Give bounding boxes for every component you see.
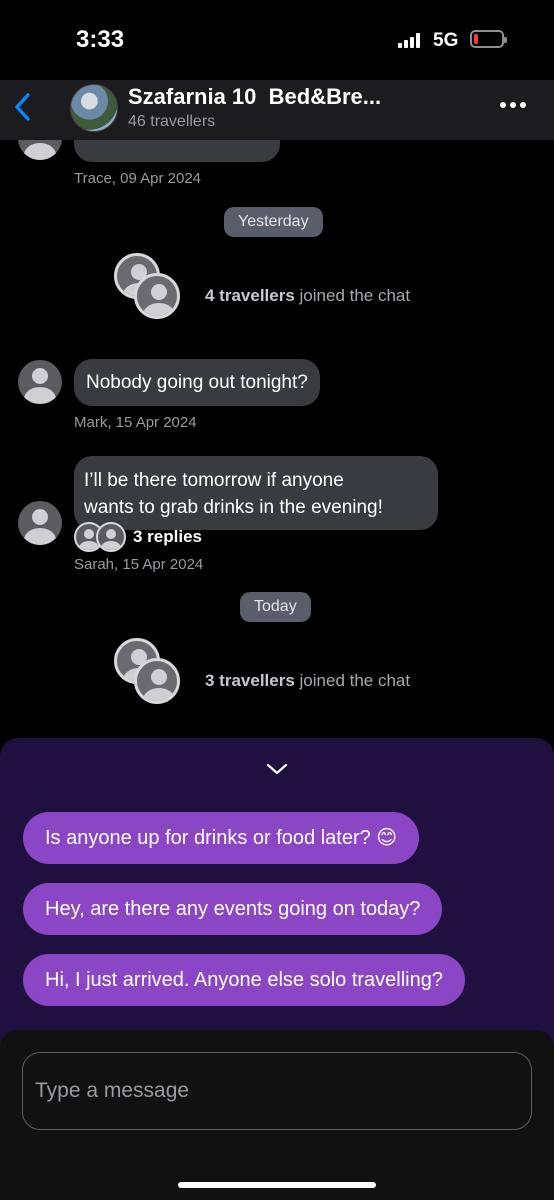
joined-notice: 4 travellers joined the chat: [205, 286, 410, 306]
message-list[interactable]: Trace, 09 Apr 2024 Yesterday 4 traveller…: [0, 140, 554, 740]
signal-icon: [398, 32, 424, 48]
group-title[interactable]: Szafarnia 10 Bed&Bre...: [128, 84, 381, 110]
replies-link[interactable]: 3 replies: [133, 527, 202, 547]
avatar[interactable]: [18, 140, 62, 160]
group-member-count: 46 travellers: [128, 113, 216, 130]
chevron-down-icon[interactable]: [266, 762, 288, 776]
joined-count: 3 travellers: [205, 671, 295, 690]
home-indicator: [178, 1182, 376, 1188]
message-meta: Sarah, 15 Apr 2024: [74, 556, 204, 573]
suggestion-chip[interactable]: Hey, are there any events going on today…: [23, 883, 443, 935]
joined-text: joined the chat: [299, 671, 411, 690]
message-bubble-partial[interactable]: [74, 140, 280, 162]
message-meta: Mark, 15 Apr 2024: [74, 414, 197, 431]
back-chevron-icon[interactable]: [10, 90, 40, 124]
message-text-line: wants to grab drinks in the evening!: [84, 497, 383, 518]
message-bubble[interactable]: I’ll be there tomorrow if anyone wants t…: [74, 456, 438, 530]
joined-text: joined the chat: [299, 286, 411, 305]
reply-avatar: [96, 522, 126, 552]
status-time: 3:33: [76, 26, 125, 53]
group-avatar[interactable]: [70, 84, 118, 132]
suggestion-chip[interactable]: Is anyone up for drinks or food later? 😊: [23, 812, 420, 864]
message-bubble[interactable]: Nobody going out tonight?: [74, 359, 320, 406]
joined-notice: 3 travellers joined the chat: [205, 671, 410, 691]
message-text-line: I’ll be there tomorrow if anyone: [84, 470, 344, 491]
more-options-icon[interactable]: [500, 102, 526, 110]
chat-header: Szafarnia 10 Bed&Bre... 46 travellers: [0, 80, 554, 140]
message-meta: Trace, 09 Apr 2024: [74, 170, 202, 187]
date-divider-today: Today: [240, 592, 311, 622]
avatar: [134, 658, 180, 704]
avatar[interactable]: [18, 360, 62, 404]
suggestion-chip[interactable]: Hi, I just arrived. Anyone else solo tra…: [23, 954, 465, 1006]
date-divider-yesterday: Yesterday: [224, 207, 323, 237]
joined-count: 4 travellers: [205, 286, 295, 305]
composer: [0, 1030, 554, 1200]
avatar[interactable]: [18, 501, 62, 545]
battery-icon: [470, 30, 507, 48]
network-label: 5G: [433, 30, 459, 51]
status-bar: 3:33 5G: [0, 0, 554, 80]
message-input[interactable]: [22, 1052, 532, 1130]
message-text: Nobody going out tonight?: [86, 372, 308, 393]
avatar: [134, 273, 180, 319]
